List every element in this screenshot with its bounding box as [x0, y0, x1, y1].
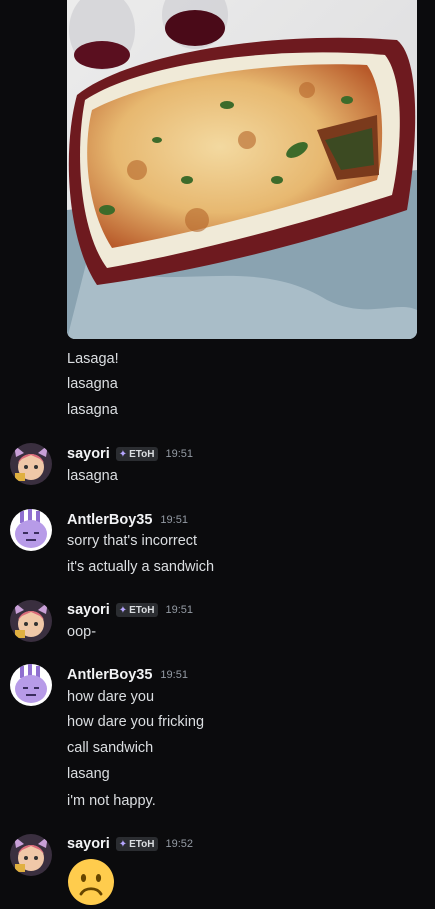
tag-label: EToH [129, 838, 155, 850]
guild-tag[interactable]: ✦ EToH [115, 603, 158, 617]
message-header: AntlerBoy35 19:51 [67, 511, 188, 529]
timestamp: 19:51 [160, 514, 188, 526]
sayori-avatar-icon [10, 443, 52, 485]
username[interactable]: sayori [67, 446, 110, 462]
message-text: lasagna [67, 468, 118, 484]
avatar-sayori[interactable] [10, 443, 52, 485]
antlerboy-avatar-icon [10, 664, 52, 706]
message-text: how dare you [67, 689, 155, 705]
message-text: oop- [67, 624, 97, 640]
timestamp: 19:51 [165, 448, 194, 460]
guild-tag[interactable]: ✦ EToH [115, 447, 158, 461]
sword-icon: ✦ [118, 604, 128, 616]
message-text: how dare you fricking [67, 714, 205, 730]
message-text: call sandwich [67, 740, 154, 756]
message-header: AntlerBoy35 19:51 [67, 666, 188, 684]
message-text: lasagna [67, 376, 118, 392]
antlerboy-avatar-icon [10, 509, 52, 551]
sword-icon: ✦ [118, 448, 128, 460]
avatar-antlerboy35[interactable] [10, 664, 52, 706]
message-text: lasagna [67, 402, 118, 418]
username[interactable]: AntlerBoy35 [67, 512, 152, 528]
tag-label: EToH [129, 604, 155, 616]
message-header: sayori ✦ EToH 19:51 [67, 601, 193, 619]
avatar-sayori[interactable] [10, 834, 52, 876]
sayori-avatar-icon [10, 834, 52, 876]
lasagna-photo [67, 0, 417, 339]
message-text: Lasaga! [67, 351, 119, 367]
sayori-avatar-icon [10, 600, 52, 642]
message-text: it's actually a sandwich [67, 559, 215, 575]
guild-tag[interactable]: ✦ EToH [115, 837, 158, 851]
avatar-sayori[interactable] [10, 600, 52, 642]
username[interactable]: sayori [67, 836, 110, 852]
message-header: sayori ✦ EToH 19:51 [67, 445, 193, 463]
timestamp: 19:52 [165, 838, 194, 850]
username[interactable]: AntlerBoy35 [67, 667, 152, 683]
message-header: sayori ✦ EToH 19:52 [67, 835, 193, 853]
timestamp: 19:51 [165, 604, 194, 616]
username[interactable]: sayori [67, 602, 110, 618]
tag-label: EToH [129, 448, 155, 460]
message-text: i'm not happy. [67, 793, 156, 809]
message-text: sorry that's incorrect [67, 533, 198, 549]
timestamp: 19:51 [160, 669, 188, 681]
frowning-face-icon[interactable] [67, 858, 115, 906]
image-attachment[interactable] [67, 0, 417, 339]
sword-icon: ✦ [118, 838, 128, 850]
avatar-antlerboy35[interactable] [10, 509, 52, 551]
message-text: lasang [67, 766, 110, 782]
